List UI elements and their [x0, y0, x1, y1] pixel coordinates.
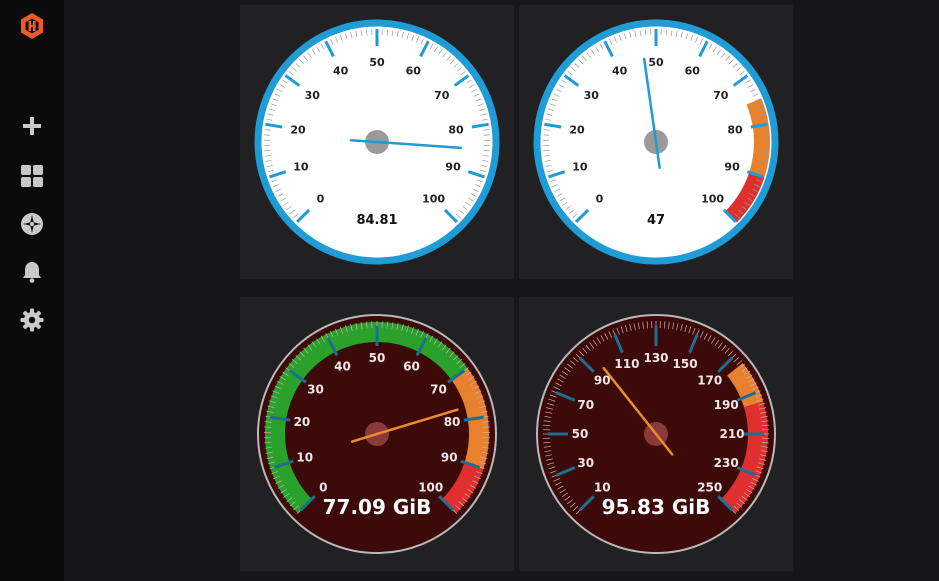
- tick-label: 80: [727, 123, 743, 136]
- tick-label: 10: [296, 450, 313, 464]
- tick-label: 230: [714, 456, 739, 470]
- tick-label: 50: [648, 56, 664, 69]
- tick-label: 170: [697, 373, 722, 387]
- gauge-2: 0 10 20 30 40 50 60 70 80 90 100 47: [533, 19, 779, 265]
- tick-label: 210: [719, 427, 744, 441]
- tick-label: 90: [724, 161, 740, 174]
- tick-label: 40: [333, 65, 349, 78]
- gauge-value: 47: [647, 213, 665, 228]
- gauge-panel-2[interactable]: 0 10 20 30 40 50 60 70 80 90 100 47: [519, 5, 793, 279]
- tick-label: 0: [319, 481, 327, 495]
- tick-label: 30: [584, 89, 600, 102]
- tick-label: 60: [403, 359, 420, 373]
- tick-label: 30: [305, 89, 321, 102]
- tick-label: 150: [673, 357, 698, 371]
- tick-label: 20: [290, 123, 306, 136]
- tick-label: 40: [334, 359, 351, 373]
- tick-label: 100: [701, 193, 724, 206]
- gauge-value: 77.09 GiB: [323, 495, 432, 519]
- tick-label: 190: [714, 398, 739, 412]
- tick-label: 10: [572, 161, 588, 174]
- tick-label: 80: [448, 123, 464, 136]
- gear-icon[interactable]: [16, 304, 48, 336]
- tick-label: 30: [307, 382, 324, 396]
- plus-icon[interactable]: [16, 110, 48, 142]
- tick-label: 90: [445, 161, 461, 174]
- dashboards-grid-icon[interactable]: [16, 160, 48, 192]
- gauge-1: 0 10 20 30 40 50 60 70 80 90 100 84.81: [254, 19, 500, 265]
- tick-label: 70: [434, 89, 450, 102]
- tick-label: 80: [444, 415, 461, 429]
- tick-label: 50: [572, 427, 589, 441]
- tick-label: 50: [369, 351, 386, 365]
- tick-label: 0: [596, 193, 604, 206]
- gauge-panel-3[interactable]: 0 10 20 30 40 50 60 70 80 90 100 77.09 GiB: [240, 297, 514, 571]
- tick-label: 100: [422, 193, 445, 206]
- grafana-logo-icon[interactable]: [16, 10, 48, 42]
- gauge-3: 0 10 20 30 40 50 60 70 80 90 10077.09 GiB: [257, 314, 497, 554]
- compass-icon[interactable]: [16, 208, 48, 240]
- tick-label: 10: [594, 481, 611, 495]
- gauge-value: 84.81: [356, 213, 397, 228]
- tick-label: 100: [418, 481, 443, 495]
- tick-label: 90: [441, 450, 458, 464]
- gauge-panel-1[interactable]: 0 10 20 30 40 50 60 70 80 90 100 84.81: [240, 5, 514, 279]
- tick-label: 130: [643, 351, 668, 365]
- tick-label: 0: [317, 193, 325, 206]
- tick-label: 60: [406, 65, 422, 78]
- tick-label: 60: [685, 65, 701, 78]
- tick-label: 250: [697, 481, 722, 495]
- bell-icon[interactable]: [16, 256, 48, 288]
- tick-label: 10: [293, 161, 309, 174]
- gauge-panel-4[interactable]: 10 30 50 70 90 110 130 150 170 190 210 230 250 95.83 …: [519, 297, 793, 571]
- gauge-value: 95.83 GiB: [602, 495, 711, 519]
- tick-label: 70: [713, 89, 729, 102]
- tick-label: 110: [614, 357, 639, 371]
- tick-label: 50: [369, 56, 385, 69]
- gauge-4: 1030507090110 130 15017019021023025095.83 …: [536, 314, 776, 554]
- tick-label: 70: [430, 382, 447, 396]
- tick-label: 20: [569, 123, 585, 136]
- tick-label: 40: [612, 65, 628, 78]
- tick-label: 20: [294, 415, 311, 429]
- tick-label: 30: [577, 456, 594, 470]
- tick-label: 70: [577, 398, 594, 412]
- sidebar: [0, 0, 64, 581]
